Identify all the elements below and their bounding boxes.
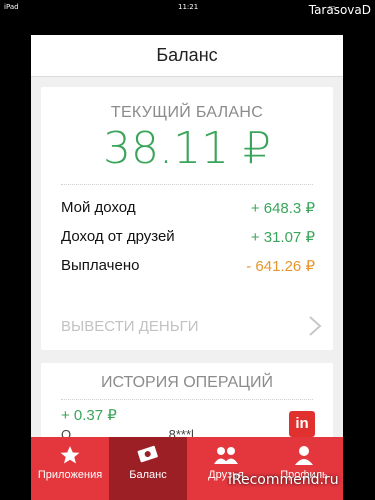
navigation-bar: Баланс <box>31 35 343 77</box>
paid-out-value: - 641.26 ₽ <box>246 258 315 275</box>
tab-bar: Приложения Баланс Друзья Профиль <box>31 437 343 500</box>
withdraw-label: ВЫВЕСТИ ДЕНЬГИ <box>61 318 199 335</box>
linkedin-badge-icon: in <box>289 411 315 437</box>
history-item-amount: + 0.37 ₽ <box>61 407 117 424</box>
friends-income-row: Доход от друзей + 31.07 ₽ <box>61 225 315 249</box>
tab-apps[interactable]: Приложения <box>31 437 109 500</box>
withdraw-button[interactable]: ВЫВЕСТИ ДЕНЬГИ <box>41 303 333 350</box>
history-title: ИСТОРИЯ ОПЕРАЦИЙ <box>101 374 273 391</box>
friends-income-value: + 31.07 ₽ <box>250 229 315 246</box>
tab-friends[interactable]: Друзья <box>187 437 265 500</box>
page-title: Баланс <box>156 45 218 65</box>
profile-icon <box>295 446 313 465</box>
income-value: + 648.3 ₽ <box>250 200 315 217</box>
tab-balance-label: Баланс <box>129 469 167 481</box>
watermark-bottom: iRecommend.ru <box>228 472 339 488</box>
income-row: Мой доход + 648.3 ₽ <box>61 196 315 220</box>
tab-balance[interactable]: Баланс <box>109 437 187 500</box>
divider <box>61 399 313 400</box>
friends-income-label: Доход от друзей <box>61 228 175 245</box>
app-screen: Баланс ТЕКУЩИЙ БАЛАНС 38.11 ₽ Мой доход … <box>31 35 343 500</box>
carrier-label: iPad <box>4 3 19 11</box>
balance-amount: 38.11 ₽ <box>103 123 271 174</box>
tab-apps-label: Приложения <box>37 469 103 481</box>
watermark-top: TarasovaD <box>308 3 371 17</box>
income-label: Мой доход <box>61 199 136 216</box>
friends-icon <box>214 447 238 464</box>
star-icon <box>60 446 80 464</box>
balance-card: ТЕКУЩИЙ БАЛАНС 38.11 ₽ Мой доход + 648.3… <box>41 87 333 327</box>
paid-out-row: Выплачено - 641.26 ₽ <box>61 254 315 278</box>
money-icon <box>137 445 158 463</box>
balance-label: ТЕКУЩИЙ БАЛАНС <box>110 104 264 121</box>
paid-out-label: Выплачено <box>61 257 140 274</box>
clock: 11:21 <box>178 3 199 11</box>
chevron-right-icon <box>309 316 322 336</box>
tab-profile[interactable]: Профиль <box>265 437 343 500</box>
divider <box>61 184 313 185</box>
